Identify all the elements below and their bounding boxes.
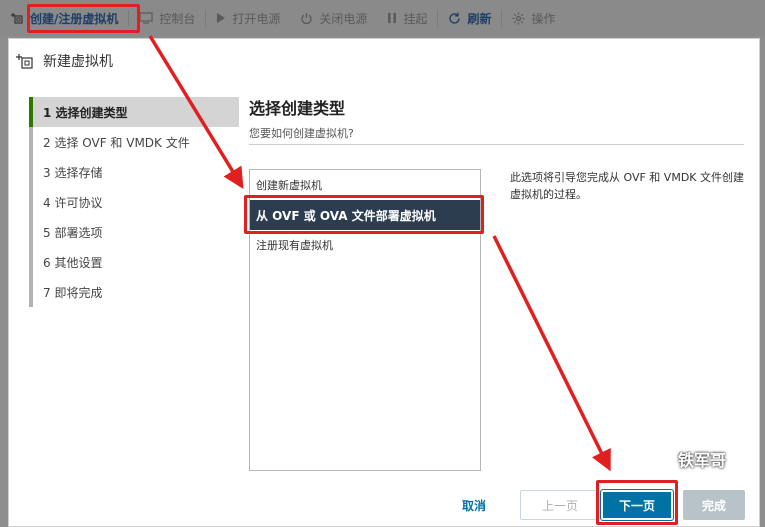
highlight-box-next [596, 480, 678, 525]
add-vm-icon [15, 52, 35, 70]
power-off-label: 关闭电源 [319, 11, 368, 26]
highlight-box-ovf-option [244, 195, 484, 234]
option-register-existing-vm[interactable]: 注册现有虚拟机 [250, 230, 480, 260]
power-on-label: 打开电源 [232, 11, 281, 26]
title-divider [249, 144, 744, 145]
refresh-icon [448, 12, 461, 25]
page-subtitle: 您要如何创建虚拟机? [249, 127, 354, 140]
finish-button[interactable]: 完成 [683, 490, 745, 520]
watermark-text: 铁军哥 [678, 451, 727, 470]
pause-icon [387, 12, 397, 24]
page-title: 选择创建类型 [249, 99, 346, 118]
suspend-button[interactable]: 挂起 [377, 0, 437, 36]
wechat-icon [652, 450, 674, 468]
new-vm-dialog: 新建虚拟机 1 选择创建类型 2 选择 OVF 和 VMDK 文件 3 选择存储… [8, 38, 760, 527]
actions-button[interactable]: 操作 [502, 0, 565, 36]
watermark: 铁军哥 [652, 447, 726, 471]
power-off-button[interactable]: 关闭电源 [290, 0, 377, 36]
wizard-step-other-settings[interactable]: 6 其他设置 [33, 247, 239, 277]
active-step-indicator [29, 97, 33, 127]
power-on-button[interactable]: 打开电源 [206, 0, 290, 36]
console-button[interactable]: 控制台 [129, 0, 205, 36]
wizard-step-select-storage[interactable]: 3 选择存储 [33, 157, 239, 187]
cancel-button[interactable]: 取消 [449, 490, 499, 520]
wizard-step-select-type[interactable]: 1 选择创建类型 [33, 97, 239, 127]
gear-icon [512, 12, 525, 25]
wizard-step-select-files[interactable]: 2 选择 OVF 和 VMDK 文件 [33, 127, 239, 157]
prev-button[interactable]: 上一页 [520, 490, 600, 520]
power-icon [300, 12, 313, 25]
console-label: 控制台 [159, 11, 196, 26]
wizard-step-license[interactable]: 4 许可协议 [33, 187, 239, 217]
dialog-title-text: 新建虚拟机 [43, 54, 113, 70]
play-icon [216, 12, 226, 24]
dialog-title: 新建虚拟机 [15, 51, 113, 71]
wizard-steps: 1 选择创建类型 2 选择 OVF 和 VMDK 文件 3 选择存储 4 许可协… [29, 97, 239, 307]
actions-label: 操作 [531, 11, 556, 26]
wizard-step-deployment[interactable]: 5 部署选项 [33, 217, 239, 247]
refresh-label: 刷新 [467, 11, 492, 26]
highlight-box-create [27, 4, 140, 33]
option-description: 此选项将引导您完成从 OVF 和 VMDK 文件创建虚拟机的过程。 [510, 171, 745, 201]
monitor-icon [139, 12, 153, 24]
refresh-button[interactable]: 刷新 [438, 0, 501, 36]
wizard-step-ready[interactable]: 7 即将完成 [33, 277, 239, 307]
suspend-label: 挂起 [403, 11, 428, 26]
add-vm-icon [10, 11, 24, 25]
